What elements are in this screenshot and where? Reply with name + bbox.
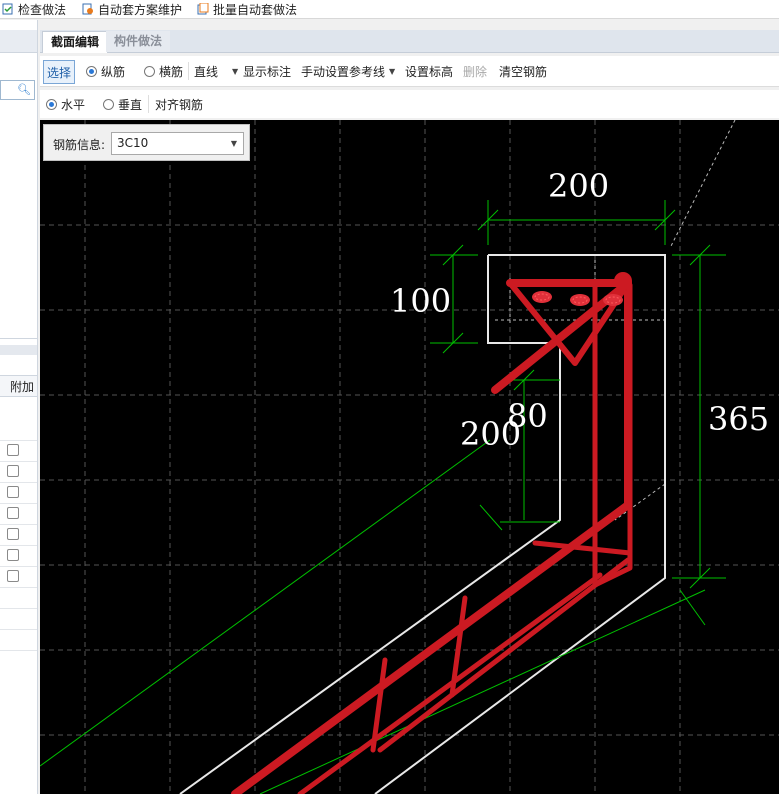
table-row [0,629,37,651]
align-rebar-button[interactable]: 对齐钢筋 [155,93,203,115]
clear-rebar-label: 清空钢筋 [499,64,548,79]
section-drawing[interactable]: 200 100 200 80 365 [40,120,779,794]
vertical-label: 垂直 [118,97,143,112]
manual-refline-label: 手动设置参考线 [301,64,386,79]
dim-left-height: 100 [390,282,451,320]
table-row[interactable] [0,524,37,546]
attach-checkbox[interactable] [7,444,19,456]
rebar [231,272,633,794]
dropdown-caret-icon[interactable]: ▼ [231,133,237,154]
search-input[interactable]: 🔍︎ [0,80,35,100]
rebar-info-value: 3C10 [117,136,149,150]
dim-step: 80 [507,397,548,435]
table-row[interactable] [0,482,37,504]
radio-off-icon [103,98,114,110]
dim-top-width: 200 [548,167,609,205]
auto-scheme-button[interactable]: 自动套方案维护 [82,0,182,18]
align-rebar-label: 对齐钢筋 [155,97,204,112]
batch-apply-icon [197,3,209,15]
attach-checkbox[interactable] [7,465,19,477]
line-mode-label: 直线 [194,64,219,79]
delete-label: 删除 [463,64,488,79]
column-header-attach: 附加 [0,375,37,397]
horizontal-label: 水平 [61,97,86,112]
divider [0,338,37,339]
tab-section-edit[interactable]: 截面编辑 [42,31,109,53]
check-document-icon [2,3,13,15]
check-method-button[interactable]: 检查做法 [2,0,66,18]
rebar-info-label: 钢筋信息: [53,138,106,152]
attach-checkbox[interactable] [7,570,19,582]
dropdown-caret-icon: ▼ [389,66,396,76]
table-row [0,587,37,609]
tab-bar: 截面编辑 构件做法 [40,30,779,53]
table-row [0,419,37,441]
table-row[interactable] [0,440,37,462]
vertical-radio[interactable]: 垂直 [103,93,142,115]
dim-right-height: 365 [708,400,769,438]
batch-auto-label: 批量自动套做法 [213,2,298,17]
dropdown-caret-icon: ▼ [232,66,239,76]
divider [188,62,189,80]
dimension-labels: 200 100 200 80 365 [390,167,769,453]
tab-component-method[interactable]: 构件做法 [106,31,171,52]
orientation-toolbar: 水平 垂直 对齐钢筋 [40,90,779,118]
attach-checkbox[interactable] [7,507,19,519]
search-icon[interactable]: 🔍︎ [17,83,31,96]
splitter[interactable] [0,345,37,355]
longitudinal-label: 纵筋 [101,64,126,79]
left-panel: 🔍︎ 附加 [0,20,38,794]
show-annotation-button[interactable]: 显示标注 [243,60,291,82]
radio-on-icon [86,65,97,77]
table-row[interactable] [0,566,37,588]
set-elevation-button[interactable]: 设置标高 [405,60,453,82]
transverse-label: 横筋 [159,64,184,79]
rebar-info-select[interactable]: 3C10 ▼ [111,132,244,155]
attach-checkbox[interactable] [7,549,19,561]
manual-refline-dropdown[interactable]: 手动设置参考线 ▼ [301,60,395,82]
grid [40,120,779,794]
reference-lines [495,120,736,521]
select-button[interactable]: 选择 [43,60,76,84]
clear-rebar-button[interactable]: 清空钢筋 [499,60,547,82]
transverse-radio[interactable]: 横筋 [144,60,183,82]
attach-checkbox[interactable] [7,486,19,498]
auto-scheme-label: 自动套方案维护 [98,2,183,17]
set-elevation-label: 设置标高 [405,64,454,79]
radio-on-icon [46,98,57,110]
horizontal-radio[interactable]: 水平 [46,93,85,115]
table-row[interactable] [0,545,37,567]
table-row [0,608,37,630]
auto-settings-icon [82,3,93,15]
delete-button[interactable]: 删除 [463,60,487,82]
attach-checkbox[interactable] [7,528,19,540]
section-toolbar: 选择 纵筋 横筋 直线 ▼ 显示标注 手动设置参考线 ▼ 设置标高 删除 清空钢筋 [40,56,779,87]
top-toolbar: 检查做法 自动套方案维护 批量自动套做法 [0,0,779,19]
check-method-label: 检查做法 [18,2,67,17]
divider [148,95,149,113]
drawing-canvas[interactable]: 200 100 200 80 365 [40,120,779,794]
batch-auto-button[interactable]: 批量自动套做法 [197,0,297,18]
rebar-info-panel: 钢筋信息: 3C10 ▼ [43,124,250,161]
radio-off-icon [144,65,155,77]
table-row[interactable] [0,503,37,525]
line-mode-dropdown[interactable]: 直线 ▼ [194,60,238,82]
select-label: 选择 [47,65,72,80]
show-annotation-label: 显示标注 [243,64,292,79]
longitudinal-radio[interactable]: 纵筋 [86,60,125,82]
table-row[interactable] [0,461,37,483]
left-panel-header [0,30,37,53]
